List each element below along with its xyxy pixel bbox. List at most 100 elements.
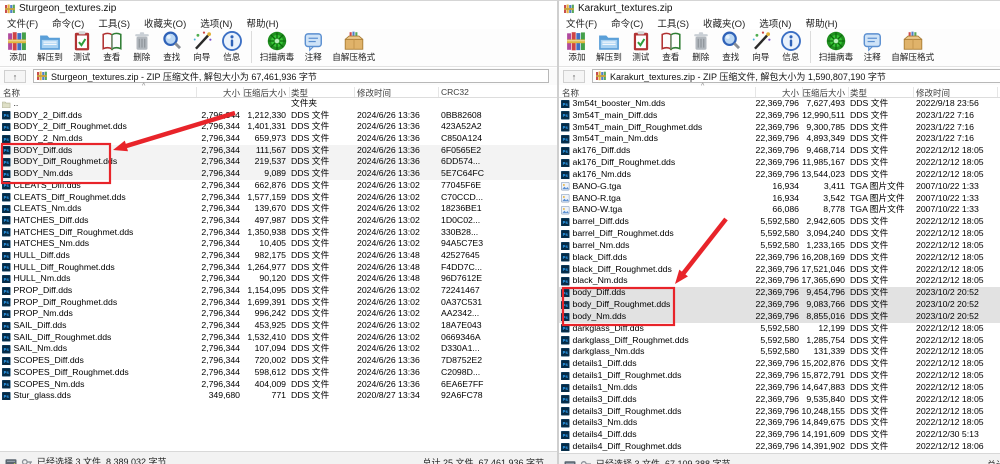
file-row[interactable]: Ps PROP_Nm.dds 2,796,344 996,242 DDS 文件 2024/… [0, 308, 557, 320]
title-bar[interactable]: Karakurt_textures.zip [559, 1, 1000, 16]
file-row[interactable]: Ps ak176_Diff_Roughmet.dds 22,369,796 11,98… [559, 157, 1000, 169]
find-button[interactable]: 查找 [716, 29, 746, 63]
file-packed-size: 8,778 [823, 204, 845, 215]
menu-item-help[interactable]: 帮助(H) [239, 16, 285, 30]
sfx-button[interactable]: 自解压格式 [887, 29, 938, 63]
file-row[interactable]: Ps BODY_Nm.dds 2,796,344 9,089 DDS 文件 2024/6/… [0, 168, 557, 180]
file-row[interactable]: Ps SAIL_Nm.dds 2,796,344 107,094 DDS 文件 2024/… [0, 343, 557, 355]
file-row[interactable]: Ps SCOPES_Diff_Roughmet.dds 2,796,344 598,6… [0, 367, 557, 379]
file-row[interactable]: Ps details3_Diff_Roughmet.dds 22,369,796 10… [559, 406, 1000, 418]
file-row[interactable]: Ps darkglass_Diff.dds 5,592,580 12,199 DDS 文… [559, 323, 1000, 335]
address-combo[interactable]: Karakurt_textures.zip - ZIP 压缩文件, 解包大小为 … [592, 69, 1000, 83]
file-row[interactable]: Ps BODY_Diff_Roughmet.dds 2,796,344 219,537… [0, 156, 557, 169]
menu-item-tools[interactable]: 工具(S) [91, 16, 137, 30]
file-crc32: F4DD7C... [441, 261, 483, 272]
file-row[interactable]: Ps details1_Diff_Roughmet.dds 22,369,796 15… [559, 370, 1000, 382]
file-row[interactable]: Ps CLEATS_Nm.dds 2,796,344 139,670 DDS 文件 202… [0, 203, 557, 215]
file-row[interactable]: Ps BODY_2_Nm.dds 2,796,344 659,973 DDS 文件 202… [0, 133, 557, 145]
menu-item-file[interactable]: 文件(F) [0, 16, 45, 30]
file-row[interactable]: Ps HULL_Diff.dds 2,796,344 982,175 DDS 文件 202… [0, 250, 557, 262]
file-row[interactable]: Ps 3m54t_booster_Nm.dds 22,369,796 7,627,49… [559, 98, 1000, 110]
up-one-level-button[interactable]: ↑ [563, 70, 585, 83]
file-row[interactable]: Ps PROP_Diff_Roughmet.dds 2,796,344 1,699,3… [0, 297, 557, 309]
file-row[interactable]: Ps body_Diff.dds 22,369,796 9,454,796 DDS 文件… [559, 287, 1000, 300]
add-button[interactable]: 添加 [562, 29, 592, 63]
file-row[interactable]: Ps SAIL_Diff_Roughmet.dds 2,796,344 1,532,4… [0, 332, 557, 344]
file-row[interactable]: Ps PROP_Diff.dds 2,796,344 1,154,095 DDS 文件 2… [0, 285, 557, 297]
menu-item-options[interactable]: 选项(N) [752, 16, 798, 30]
view-button[interactable]: 查看 [97, 29, 127, 63]
menu-item-options[interactable]: 选项(N) [193, 16, 239, 30]
menu-item-commands[interactable]: 命令(C) [604, 16, 650, 30]
up-one-level-button[interactable]: ↑ [4, 70, 26, 83]
file-row[interactable]: Ps details3_Diff.dds 22,369,796 9,535,840 DD… [559, 394, 1000, 406]
menu-item-favorites[interactable]: 收藏夹(O) [137, 16, 193, 30]
menu-item-tools[interactable]: 工具(S) [650, 16, 696, 30]
file-row[interactable]: Ps SAIL_Diff.dds 2,796,344 453,925 DDS 文件 202… [0, 320, 557, 332]
scan-virus-button[interactable]: 扫描病毒 [815, 29, 857, 63]
file-row[interactable]: Ps 3m54T_main_Diff_Roughmet.dds 22,369,796… [559, 122, 1000, 134]
file-row[interactable]: Ps black_Diff_Roughmet.dds 22,369,796 17,52… [559, 264, 1000, 276]
file-row[interactable]: Ps ak176_Diff.dds 22,369,796 9,468,714 DDS 文… [559, 145, 1000, 157]
file-row[interactable]: Ps barrel_Diff_Roughmet.dds 5,592,580 3,094… [559, 228, 1000, 240]
menu-item-help[interactable]: 帮助(H) [798, 16, 844, 30]
wizard-button[interactable]: 向导 [187, 29, 217, 63]
file-row[interactable]: Ps CLEATS_Diff.dds 2,796,344 662,876 DDS 文件 2… [0, 180, 557, 192]
file-row[interactable]: Ps barrel_Diff.dds 5,592,580 2,942,605 DDS 文… [559, 216, 1000, 228]
file-row[interactable]: Ps SCOPES_Nm.dds 2,796,344 404,009 DDS 文件 202… [0, 379, 557, 391]
file-row[interactable]: Ps SCOPES_Diff.dds 2,796,344 720,002 DDS 文件 2… [0, 355, 557, 367]
address-combo[interactable]: Sturgeon_textures.zip - ZIP 压缩文件, 解包大小为 … [33, 69, 549, 83]
file-row[interactable]: Ps black_Nm.dds 22,369,796 17,365,690 DDS 文件… [559, 275, 1000, 287]
file-row[interactable]: Ps HULL_Diff_Roughmet.dds 2,796,344 1,264,9… [0, 261, 557, 274]
file-row[interactable]: BANO-R.tga 16,934 3,542 TGA 图片文件 2007/10/22 … [559, 193, 1000, 205]
delete-button[interactable]: 删除 [127, 29, 157, 63]
file-row[interactable]: Ps details3_Nm.dds 22,369,796 14,849,675 DDS… [559, 417, 1000, 429]
menu-item-commands[interactable]: 命令(C) [45, 16, 91, 30]
file-row[interactable]: Ps details4_Diff_Roughmet.dds 22,369,796 14… [559, 441, 1000, 453]
file-row[interactable]: Ps darkglass_Nm.dds 5,592,580 131,339 DDS 文件… [559, 346, 1000, 358]
file-row[interactable]: Ps 3m54T_main_Nm.dds 22,369,796 4,893,349 DD… [559, 133, 1000, 145]
title-bar[interactable]: Sturgeon_textures.zip [0, 1, 557, 16]
file-row[interactable]: Ps HATCHES_Diff_Roughmet.dds 2,796,344 1,35… [0, 227, 557, 239]
find-button[interactable]: 查找 [157, 29, 187, 63]
menu-item-file[interactable]: 文件(F) [559, 16, 604, 30]
file-row[interactable]: BANO-G.tga 16,934 3,411 TGA 图片文件 2007/10/22 … [559, 181, 1000, 193]
comment-button[interactable]: 注释 [857, 29, 887, 63]
file-row[interactable]: Ps BODY_Diff.dds 2,796,344 111,567 DDS 文件 202… [0, 144, 557, 157]
file-row[interactable]: BANO-W.tga 66,086 8,778 TGA 图片文件 2007/10/22 … [559, 204, 1000, 216]
menu-item-favorites[interactable]: 收藏夹(O) [696, 16, 752, 30]
file-row[interactable]: Ps body_Nm.dds 22,369,796 8,855,016 DDS 文件 20… [559, 310, 1000, 323]
column-header-crc32[interactable]: CRC32 [441, 87, 469, 97]
file-row[interactable]: Ps HATCHES_Nm.dds 2,796,344 10,405 DDS 文件 202… [0, 238, 557, 250]
delete-button[interactable]: 删除 [686, 29, 716, 63]
extract-button[interactable]: 解压到 [592, 29, 626, 63]
file-row[interactable]: Ps 3m54T_main_Diff.dds 22,369,796 12,990,51… [559, 110, 1000, 122]
file-row[interactable]: Ps BODY_2_Diff.dds 2,796,344 1,212,330 DDS 文… [0, 110, 557, 122]
test-button[interactable]: 测试 [67, 29, 97, 63]
file-row[interactable]: Ps darkglass_Diff_Roughmet.dds 5,592,580 1,… [559, 335, 1000, 347]
file-row[interactable]: Ps black_Diff.dds 22,369,796 16,208,169 DDS … [559, 252, 1000, 264]
file-row[interactable]: Ps HULL_Nm.dds 2,796,344 90,120 DDS 文件 2024/6… [0, 273, 557, 285]
comment-button[interactable]: 注释 [298, 29, 328, 63]
file-row[interactable]: Ps BODY_2_Diff_Roughmet.dds 2,796,344 1,401… [0, 121, 557, 133]
file-row[interactable]: .. 文件夹 [0, 98, 557, 110]
wizard-button[interactable]: 向导 [746, 29, 776, 63]
file-row[interactable]: Ps CLEATS_Diff_Roughmet.dds 2,796,344 1,577… [0, 192, 557, 204]
file-row[interactable]: Ps details4_Diff.dds 22,369,796 14,191,609 D… [559, 429, 1000, 441]
file-row[interactable]: Ps details1_Diff.dds 22,369,796 15,202,876 D… [559, 358, 1000, 370]
file-row[interactable]: Ps details1_Nm.dds 22,369,796 14,647,883 DDS… [559, 382, 1000, 394]
info-button[interactable]: 信息 [217, 29, 247, 63]
file-row[interactable]: Ps barrel_Nm.dds 5,592,580 1,233,165 DDS 文件 2… [559, 240, 1000, 252]
extract-button[interactable]: 解压到 [33, 29, 67, 63]
file-row[interactable]: Ps Stur_glass.dds 349,680 771 DDS 文件 2020/8/2… [0, 390, 557, 402]
file-row[interactable]: Ps body_Diff_Roughmet.dds 22,369,796 9,083,… [559, 299, 1000, 311]
scan-virus-button[interactable]: 扫描病毒 [256, 29, 298, 63]
info-button[interactable]: 信息 [776, 29, 806, 63]
test-button[interactable]: 测试 [626, 29, 656, 63]
file-packed-size: 14,647,883 [801, 381, 845, 392]
file-row[interactable]: Ps HATCHES_Diff.dds 2,796,344 497,987 DDS 文件… [0, 215, 557, 227]
view-button[interactable]: 查看 [656, 29, 686, 63]
sfx-button[interactable]: 自解压格式 [328, 29, 379, 63]
add-button[interactable]: 添加 [3, 29, 33, 63]
file-row[interactable]: Ps ak176_Nm.dds 22,369,796 13,544,023 DDS 文件… [559, 169, 1000, 181]
